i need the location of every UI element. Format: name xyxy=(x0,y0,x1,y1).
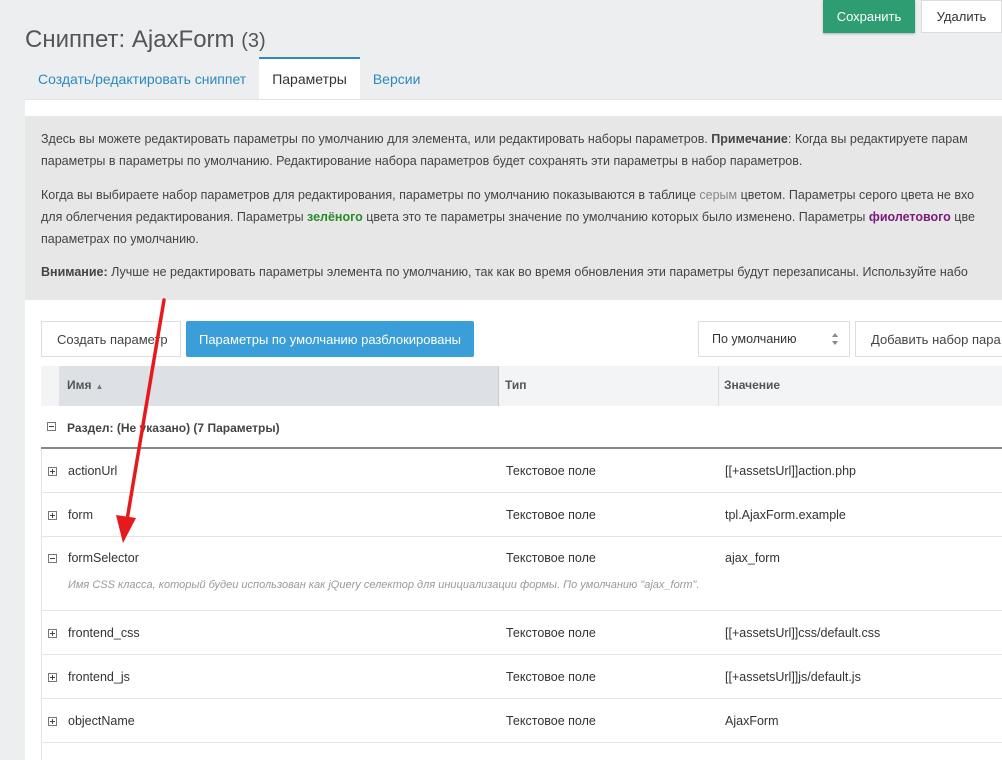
property-set-select[interactable]: По умолчанию xyxy=(698,321,850,357)
param-name: frontend_js xyxy=(68,670,130,684)
sort-asc-icon: ▲ xyxy=(95,382,104,391)
table-row[interactable]: objectName Текстовое поле AjaxForm xyxy=(41,699,1002,743)
param-name: actionUrl xyxy=(68,464,118,478)
param-type: Текстовое поле xyxy=(506,714,596,728)
param-description: Имя CSS класса, который будеи использова… xyxy=(68,579,700,591)
param-value[interactable]: tpl.AjaxForm.example xyxy=(725,508,846,522)
description-box: Здесь вы можете редактировать параметры … xyxy=(25,116,1002,300)
property-set-value: По умолчанию xyxy=(712,332,797,346)
page-title-text: Сниппет: AjaxForm xyxy=(25,26,235,54)
param-name: objectName xyxy=(68,714,135,728)
expand-icon[interactable] xyxy=(48,629,57,638)
description-paragraph-1: Здесь вы можете редактировать параметры … xyxy=(41,132,968,168)
param-name: frontend_css xyxy=(68,626,140,640)
tab-versions[interactable]: Версии xyxy=(360,57,434,99)
grid-section-header[interactable]: Раздел: (Не указано) (7 Параметры) xyxy=(41,406,1002,449)
table-row-partial[interactable] xyxy=(41,743,1002,760)
tab-bar: Создать/редактировать сниппет Параметры … xyxy=(25,57,433,99)
expand-icon[interactable] xyxy=(48,467,57,476)
expand-icon[interactable] xyxy=(48,717,57,726)
tab-edit-snippet[interactable]: Создать/редактировать сниппет xyxy=(25,57,259,99)
create-parameter-button[interactable]: Создать параметр xyxy=(41,321,181,357)
page-title: Сниппет: AjaxForm (3) xyxy=(25,26,266,54)
column-name[interactable]: Имя ▲ xyxy=(59,366,499,406)
save-button[interactable]: Сохранить xyxy=(823,0,915,33)
param-value[interactable]: [[+assetsUrl]]css/default.css xyxy=(725,626,880,640)
column-value[interactable]: Значение xyxy=(719,366,1002,406)
description-warning: Внимание: Лучше не редактировать парамет… xyxy=(41,265,968,279)
grid-header: Имя ▲ Тип Значение xyxy=(41,366,1002,406)
param-type: Текстовое поле xyxy=(506,464,596,478)
param-type: Текстовое поле xyxy=(506,551,596,565)
tab-parameters[interactable]: Параметры xyxy=(259,57,360,99)
table-row[interactable]: form Текстовое поле tpl.AjaxForm.example xyxy=(41,493,1002,537)
delete-button[interactable]: Удалить xyxy=(921,0,1002,33)
param-name: form xyxy=(68,508,93,522)
parameters-panel: Здесь вы можете редактировать параметры … xyxy=(25,99,1002,760)
add-property-set-button[interactable]: Добавить набор пара xyxy=(855,321,1002,357)
version-count: (3) xyxy=(241,30,266,53)
param-type: Текстовое поле xyxy=(506,670,596,684)
param-type: Текстовое поле xyxy=(506,626,596,640)
description-paragraph-2: Когда вы выбираете набор параметров для … xyxy=(41,188,975,246)
column-type[interactable]: Тип xyxy=(499,366,719,406)
collapse-icon[interactable] xyxy=(47,422,56,431)
table-row[interactable]: frontend_js Текстовое поле [[+assetsUrl]… xyxy=(41,655,1002,699)
table-row-expanded[interactable]: formSelector Текстовое поле ajax_form Им… xyxy=(41,537,1002,611)
table-row[interactable]: actionUrl Текстовое поле [[+assetsUrl]]a… xyxy=(41,449,1002,493)
param-value[interactable]: [[+assetsUrl]]js/default.js xyxy=(725,670,861,684)
unlock-defaults-button[interactable]: Параметры по умолчанию разблокированы xyxy=(186,321,474,357)
collapse-icon[interactable] xyxy=(48,554,57,563)
param-value[interactable]: AjaxForm xyxy=(725,714,778,728)
table-row[interactable]: frontend_css Текстовое поле [[+assetsUrl… xyxy=(41,611,1002,655)
param-value[interactable]: [[+assetsUrl]]action.php xyxy=(725,464,856,478)
expand-icon[interactable] xyxy=(48,511,57,520)
param-value[interactable]: ajax_form xyxy=(725,551,780,565)
expand-icon[interactable] xyxy=(48,673,57,682)
param-type: Текстовое поле xyxy=(506,508,596,522)
select-arrows-icon xyxy=(832,333,838,345)
section-label: Раздел: (Не указано) (7 Параметры) xyxy=(67,421,280,435)
param-name: formSelector xyxy=(68,551,139,565)
